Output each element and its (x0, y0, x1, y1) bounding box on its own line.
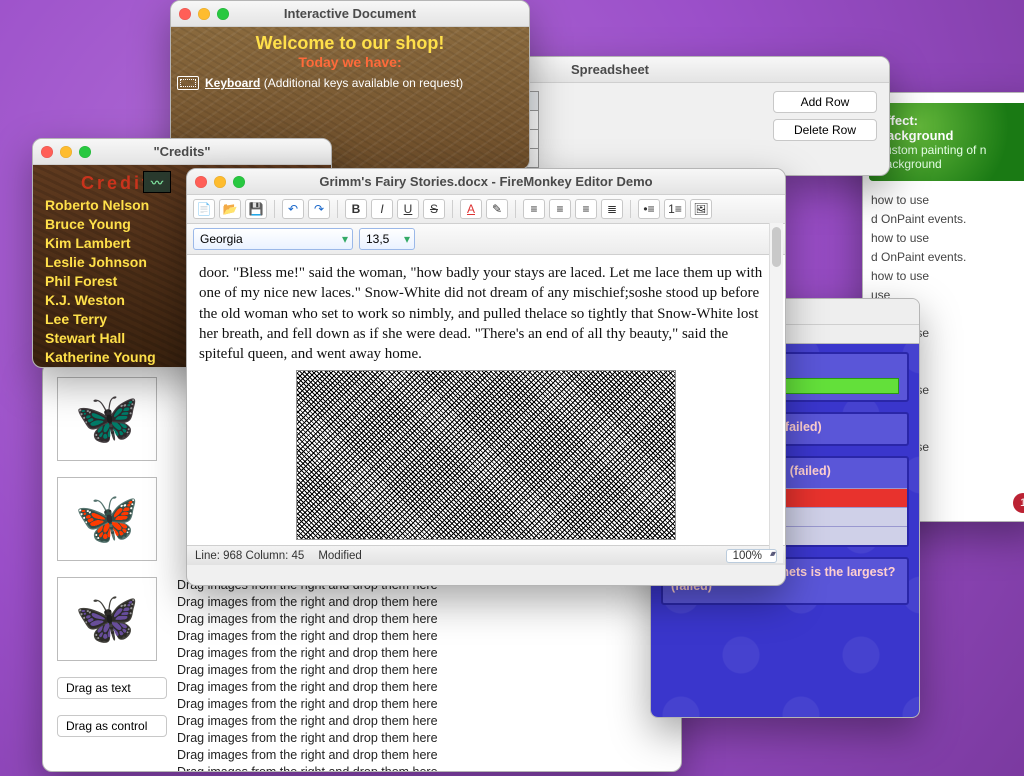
traffic-lights[interactable] (41, 146, 91, 158)
add-row-button[interactable]: Add Row (773, 91, 877, 113)
undo-button[interactable]: ↶ (282, 199, 304, 219)
titlebar[interactable]: Grimm's Fairy Stories.docx - FireMonkey … (187, 169, 785, 195)
vertical-scrollbar[interactable] (769, 223, 783, 563)
effect-header-card: effect: background custom painting of n … (869, 103, 1024, 181)
status-modified: Modified (318, 550, 361, 562)
zoom-icon[interactable] (217, 8, 229, 20)
shop-item-note: (Additional keys available on request) (264, 76, 463, 90)
editor-toolbar: 📄 📂 💾 ↶ ↷ B I U S A ✎ ≡ ≡ ≡ ≣ •≡ 1≡ 🖼 (187, 195, 785, 224)
thumbnail-2[interactable]: 🦋 (57, 477, 157, 561)
save-file-button[interactable]: 💾 (245, 199, 267, 219)
new-file-button[interactable]: 📄 (193, 199, 215, 219)
butterfly-icon: 🦋 (75, 593, 140, 645)
align-center-button[interactable]: ≡ (549, 199, 571, 219)
window-editor: Grimm's Fairy Stories.docx - FireMonkey … (186, 168, 786, 586)
drop-hint-line: Drag images from the right and drop them… (177, 645, 667, 662)
zoom-select[interactable]: 100% (726, 549, 777, 563)
highlight-button[interactable]: ✎ (486, 199, 508, 219)
close-icon[interactable] (195, 176, 207, 188)
shop-item-label[interactable]: Keyboard (205, 76, 260, 90)
document-paragraph: door. "Bless me!" said the woman, "how b… (199, 265, 762, 362)
scrollbar-thumb[interactable] (772, 227, 781, 267)
drag-as-text-button[interactable]: Drag as text (57, 677, 167, 699)
status-bar: Line: 968 Column: 45 Modified 100% (187, 545, 785, 565)
bullet-list-button[interactable]: •≡ (638, 199, 660, 219)
thumbnail-1[interactable]: 🦋 (57, 377, 157, 461)
window-title: "Credits" (98, 144, 266, 159)
document-area[interactable]: door. "Bless me!" said the woman, "how b… (187, 255, 785, 545)
font-color-button[interactable]: A (460, 199, 482, 219)
effect-line: d OnPaint events. (871, 248, 1024, 267)
window-title: Grimm's Fairy Stories.docx - FireMonkey … (252, 174, 720, 189)
butterfly-icon: 🦋 (75, 493, 140, 545)
drop-hint-line: Drag images from the right and drop them… (177, 730, 667, 747)
document-illustration (296, 370, 676, 540)
shop-subhead: Today we have: (177, 54, 523, 70)
oscilloscope-icon: 〰 (143, 171, 171, 193)
notification-badge[interactable]: 1 (1013, 493, 1024, 513)
thumbnail-3[interactable]: 🦋 (57, 577, 157, 661)
effect-line: d OnPaint events. (871, 210, 1024, 229)
window-title: Interactive Document (236, 6, 464, 21)
effect-line: how to use (871, 267, 1024, 286)
redo-button[interactable]: ↷ (308, 199, 330, 219)
drop-hint-line: Drag images from the right and drop them… (177, 747, 667, 764)
traffic-lights[interactable] (195, 176, 245, 188)
drop-hint-line: Drag images from the right and drop them… (177, 696, 667, 713)
effect-title-2: background (879, 128, 1024, 143)
font-family-select[interactable]: Georgia (193, 228, 353, 250)
close-icon[interactable] (179, 8, 191, 20)
butterfly-icon: 🦋 (75, 393, 140, 445)
zoom-icon[interactable] (79, 146, 91, 158)
bold-button[interactable]: B (345, 199, 367, 219)
align-right-button[interactable]: ≡ (575, 199, 597, 219)
effect-line: how to use (871, 191, 1024, 210)
drop-hint-line: Drag images from the right and drop them… (177, 764, 667, 772)
underline-button[interactable]: U (397, 199, 419, 219)
drop-hint-line: Drag images from the right and drop them… (177, 628, 667, 645)
delete-row-button[interactable]: Delete Row (773, 119, 877, 141)
align-left-button[interactable]: ≡ (523, 199, 545, 219)
status-caret: Line: 968 Column: 45 (195, 550, 304, 562)
titlebar[interactable]: "Credits" (33, 139, 331, 165)
minimize-icon[interactable] (60, 146, 72, 158)
minimize-icon[interactable] (198, 8, 210, 20)
effect-title-1: effect: (879, 113, 1024, 128)
align-justify-button[interactable]: ≣ (601, 199, 623, 219)
traffic-lights[interactable] (179, 8, 229, 20)
effect-line: how to use (871, 229, 1024, 248)
drop-hint-line: Drag images from the right and drop them… (177, 713, 667, 730)
drop-hint-line: Drag images from the right and drop them… (177, 594, 667, 611)
italic-button[interactable]: I (371, 199, 393, 219)
minimize-icon[interactable] (214, 176, 226, 188)
open-file-button[interactable]: 📂 (219, 199, 241, 219)
effect-subtitle: custom painting of n background (879, 143, 1024, 171)
number-list-button[interactable]: 1≡ (664, 199, 686, 219)
drop-hint-line: Drag images from the right and drop them… (177, 611, 667, 628)
titlebar[interactable]: Interactive Document (171, 1, 529, 27)
zoom-icon[interactable] (233, 176, 245, 188)
drop-hint-line: Drag images from the right and drop them… (177, 679, 667, 696)
strike-button[interactable]: S (423, 199, 445, 219)
close-icon[interactable] (41, 146, 53, 158)
shop-headline: Welcome to our shop! (177, 33, 523, 54)
drag-as-control-button[interactable]: Drag as control (57, 715, 167, 737)
drop-hint-line: Drag images from the right and drop them… (177, 662, 667, 679)
keyboard-icon (177, 76, 199, 90)
insert-image-button[interactable]: 🖼 (690, 199, 712, 219)
font-size-select[interactable]: 13,5 (359, 228, 415, 250)
